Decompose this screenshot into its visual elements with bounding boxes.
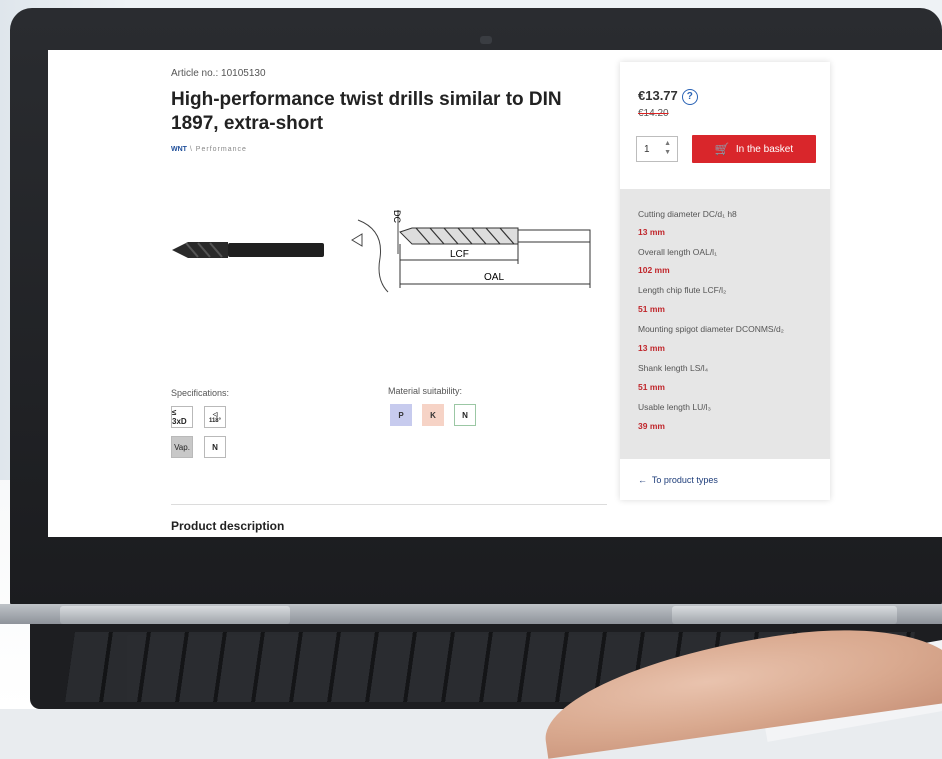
hinge-right <box>672 606 897 624</box>
spec-chip-vap: Vap. <box>171 436 193 458</box>
laptop-screen: Article no.: 10105130 High-performance t… <box>48 50 942 537</box>
brand-line: WNT \ Performance <box>171 146 247 153</box>
help-icon[interactable]: ? <box>681 88 698 105</box>
quantity-value[interactable]: 1 <box>644 144 650 155</box>
stepper-arrows-icon[interactable]: ▲ ▼ <box>664 139 671 157</box>
article-number: Article no.: 10105130 <box>171 68 266 79</box>
material-suitability-heading: Material suitability: <box>388 386 463 396</box>
spec-value: 51 mm <box>638 382 665 392</box>
purchase-panel: €13.77? €14.20 1 ▲ ▼ 🛒 In the basket Cutt… <box>620 62 830 500</box>
material-chip-k: K <box>422 404 444 426</box>
brand-logo: WNT <box>171 146 187 153</box>
product-title: High-performance twist drills similar to… <box>171 89 562 134</box>
drill-image <box>172 242 324 258</box>
cart-icon: 🛒 <box>714 142 730 156</box>
old-price: €14.20 <box>638 108 669 119</box>
lcf-label: LCF <box>450 249 469 260</box>
to-product-types-link[interactable]: ← To product types <box>638 475 718 485</box>
specifications-heading: Specifications: <box>171 388 230 398</box>
spec-label: Usable length LU/l₃ <box>638 402 711 412</box>
brand-series: \ Performance <box>189 146 247 153</box>
to-product-types-label: To product types <box>651 475 718 485</box>
hinge-left <box>60 606 290 624</box>
oal-label: OAL <box>484 272 504 283</box>
spec-label: Shank length LS/l₄ <box>638 363 709 373</box>
product-description-heading[interactable]: Product description <box>171 519 284 533</box>
spec-value: 102 mm <box>638 265 670 275</box>
basket-button-label: In the basket <box>735 143 794 155</box>
add-to-basket-button[interactable]: 🛒 In the basket <box>692 135 816 163</box>
spec-value: 51 mm <box>638 304 665 314</box>
spec-chip-length: ≤ 3xD <box>171 406 193 428</box>
spec-value: 39 mm <box>638 421 665 431</box>
spec-chip-n: N <box>204 436 226 458</box>
dc-label: DC <box>392 210 402 223</box>
spec-chip-angle-label: 118° <box>208 417 222 424</box>
quantity-stepper[interactable]: 1 ▲ ▼ <box>636 136 678 162</box>
drill-dimension-diagram: DC LCF OAL <box>351 210 591 293</box>
webcam <box>480 36 492 44</box>
arrow-left-icon: ← <box>638 475 647 485</box>
product-specs: Cutting diameter DC/d₁ h8 13 mm Overall … <box>620 189 830 459</box>
material-chip-p: P <box>390 404 412 426</box>
material-chip-n: N <box>454 404 476 426</box>
spec-chip-angle: ◁ 118° <box>204 406 226 428</box>
spec-label: Overall length OAL/l₁ <box>638 247 717 257</box>
price-value: €13.77 <box>638 88 678 103</box>
section-divider <box>171 504 607 505</box>
point-angle-icon: ◁ <box>212 411 218 418</box>
spec-label: Cutting diameter DC/d₁ h8 <box>638 209 737 219</box>
spec-value: 13 mm <box>638 343 665 353</box>
spec-label: Length chip flute LCF/l₂ <box>638 285 727 295</box>
spec-value: 13 mm <box>638 227 665 237</box>
spec-label: Mounting spigot diameter DCONMS/d₂ <box>638 324 784 334</box>
price: €13.77? <box>638 88 698 105</box>
